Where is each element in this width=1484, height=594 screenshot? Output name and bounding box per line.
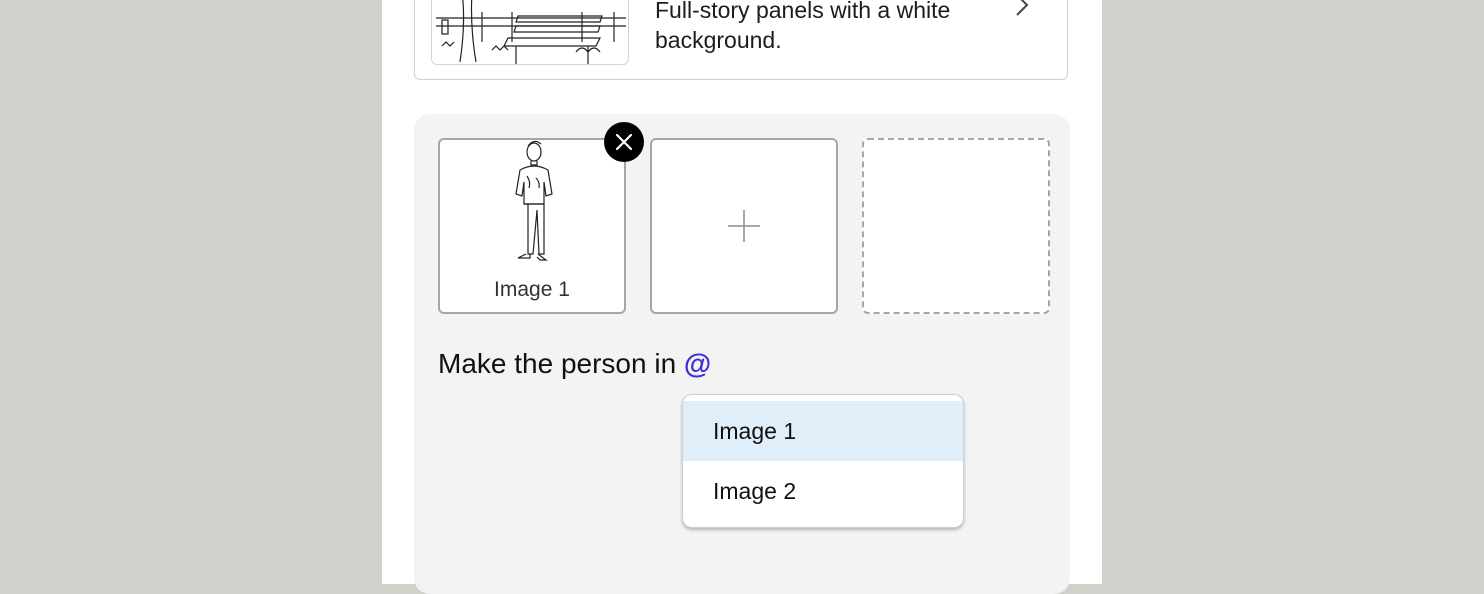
plus-icon xyxy=(728,210,760,242)
chevron-right-icon[interactable] xyxy=(1011,0,1033,21)
mention-trigger: @ xyxy=(683,348,712,379)
mention-dropdown: Image 1 Image 2 xyxy=(682,394,964,528)
mention-option-image-2[interactable]: Image 2 xyxy=(683,461,963,521)
style-thumbnail xyxy=(431,0,629,65)
editor-panel: Full-story panels with a white backgroun… xyxy=(382,0,1102,594)
person-sketch-image xyxy=(515,140,553,261)
reference-image-label: Image 1 xyxy=(494,278,570,301)
prompt-input[interactable]: Make the person in @ xyxy=(438,348,711,380)
add-image-button[interactable] xyxy=(650,138,838,314)
empty-image-slot xyxy=(862,138,1050,314)
close-icon xyxy=(615,133,633,151)
compose-area: Image 1 Make the person in @ Image 1 Ima… xyxy=(414,114,1070,594)
reference-image-slot[interactable]: Image 1 xyxy=(438,138,626,314)
style-description: Full-story panels with a white backgroun… xyxy=(655,0,951,53)
prompt-text: Make the person in xyxy=(438,348,684,379)
style-card[interactable]: Full-story panels with a white backgroun… xyxy=(414,0,1068,80)
mention-option-image-1[interactable]: Image 1 xyxy=(683,401,963,461)
remove-image-button[interactable] xyxy=(604,122,644,162)
park-bench-illustration xyxy=(436,0,626,64)
